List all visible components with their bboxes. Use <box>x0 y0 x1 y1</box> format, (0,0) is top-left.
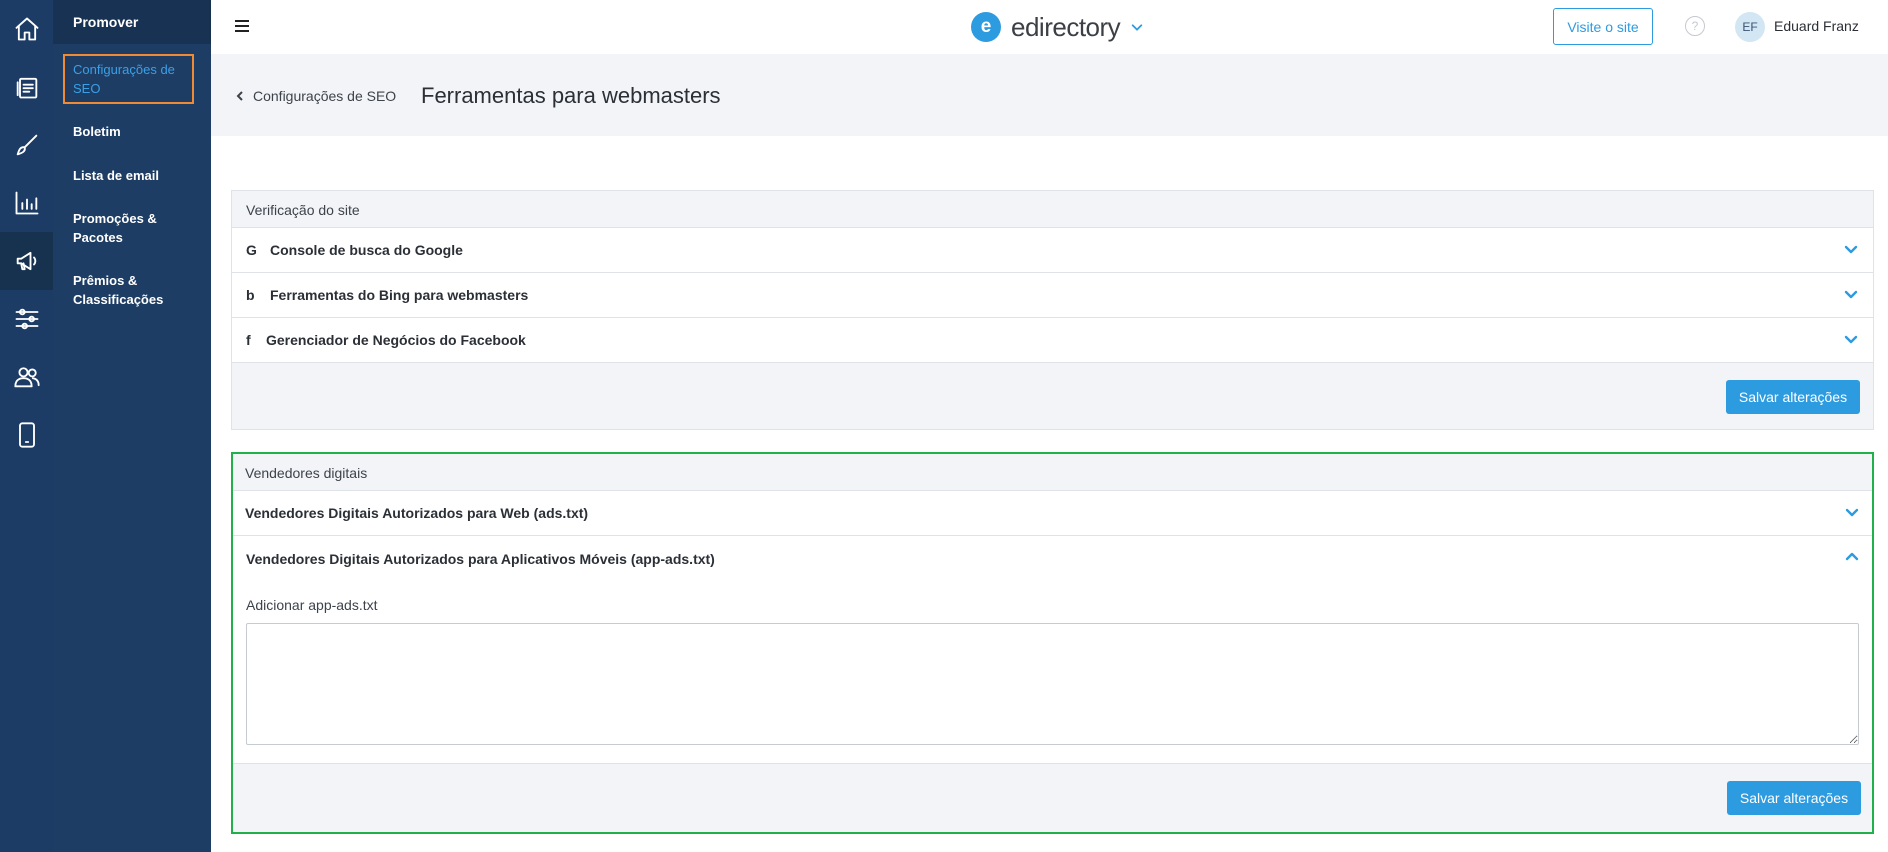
chevron-left-icon <box>236 91 243 101</box>
card-footer: Salvar alterações <box>233 764 1872 832</box>
page-title: Ferramentas para webmasters <box>421 83 721 108</box>
app-ads-panel: Adicionar app-ads.txt <box>233 581 1872 764</box>
chevron-down-icon <box>1131 24 1143 31</box>
help-icon[interactable]: ? <box>1685 16 1705 36</box>
accordion-label: Ferramentas do Bing para webmasters <box>270 287 529 303</box>
listings-icon <box>16 77 37 99</box>
chart-icon <box>15 191 38 215</box>
back-link[interactable]: Configurações de SEO <box>235 88 396 104</box>
google-icon: G <box>246 242 257 258</box>
rail-listings[interactable] <box>0 58 53 116</box>
home-icon <box>15 17 38 41</box>
accordion-label: Vendedores Digitais Autorizados para Apl… <box>246 550 715 567</box>
sub-navigation: Promover Configurações de SEO Boletim Li… <box>53 0 211 852</box>
chevron-down-icon[interactable] <box>1843 331 1859 347</box>
mobile-icon <box>18 422 35 448</box>
accordion-app-ads-txt[interactable]: Vendedores Digitais Autorizados para Apl… <box>233 536 1872 581</box>
subnav-header: Promover <box>53 0 211 44</box>
menu-toggle-icon[interactable] <box>235 20 249 32</box>
site-verification-title: Verificação do site <box>232 191 1873 228</box>
subnav-item-email-list[interactable]: Lista de email <box>73 166 203 185</box>
chevron-down-icon[interactable] <box>1844 504 1860 520</box>
rail-home[interactable] <box>0 0 53 58</box>
rail-mobile[interactable] <box>0 406 53 464</box>
accordion-bing-webmaster[interactable]: b Ferramentas do Bing para webmasters <box>232 273 1873 318</box>
brush-icon <box>16 134 37 156</box>
accordion-label: Gerenciador de Negócios do Facebook <box>266 332 526 348</box>
digital-sellers-title: Vendedores digitais <box>233 454 1872 491</box>
page-header: Configurações de SEO Ferramentas para we… <box>211 54 1888 136</box>
settings-sliders-icon <box>15 308 38 330</box>
chevron-down-icon[interactable] <box>1843 241 1859 257</box>
save-verification-button[interactable]: Salvar alterações <box>1726 380 1860 414</box>
accordion-google-search-console[interactable]: G Console de busca do Google <box>232 228 1873 273</box>
rail-users[interactable] <box>0 348 53 406</box>
visit-site-button[interactable]: Visite o site <box>1553 8 1653 45</box>
rail-settings[interactable] <box>0 290 53 348</box>
save-sellers-button[interactable]: Salvar alterações <box>1727 781 1861 815</box>
rail-design[interactable] <box>0 116 53 174</box>
rail-promote[interactable] <box>0 232 53 290</box>
subnav-item-seo-settings[interactable]: Configurações de SEO <box>63 54 194 104</box>
card-footer: Salvar alterações <box>232 363 1873 429</box>
back-link-label: Configurações de SEO <box>253 88 397 104</box>
user-name[interactable]: Eduard Franz <box>1774 18 1859 34</box>
facebook-icon: f <box>246 332 251 348</box>
chevron-down-icon[interactable] <box>1843 286 1859 302</box>
accordion-facebook-business[interactable]: f Gerenciador de Negócios do Facebook <box>232 318 1873 363</box>
brand-switcher[interactable]: e edirectory <box>971 11 1144 43</box>
digital-sellers-card: Vendedores digitais Vendedores Digitais … <box>231 452 1874 834</box>
icon-rail <box>0 0 53 852</box>
bing-icon: b <box>246 287 255 303</box>
users-icon <box>13 367 40 388</box>
app-ads-textarea[interactable] <box>246 623 1859 745</box>
accordion-ads-txt[interactable]: Vendedores Digitais Autorizados para Web… <box>233 491 1872 536</box>
rail-reports[interactable] <box>0 174 53 232</box>
top-bar: e edirectory Visite o site ? EF Eduard F… <box>211 0 1888 54</box>
chevron-up-icon[interactable] <box>1844 549 1860 565</box>
megaphone-icon <box>16 251 36 271</box>
brand-logo-icon: e <box>971 12 1001 42</box>
app-ads-field-label: Adicionar app-ads.txt <box>246 597 378 613</box>
site-verification-card: Verificação do site G Console de busca d… <box>231 190 1874 430</box>
subnav-item-newsletter[interactable]: Boletim <box>73 122 203 141</box>
accordion-label: Console de busca do Google <box>270 242 463 258</box>
subnav-item-promotions[interactable]: Promoções & Pacotes <box>73 209 203 247</box>
accordion-label: Vendedores Digitais Autorizados para Web… <box>245 505 589 521</box>
brand-name: edirectory <box>1011 11 1121 42</box>
subnav-item-awards[interactable]: Prêmios & Classificações <box>73 271 203 309</box>
avatar[interactable]: EF <box>1735 12 1765 42</box>
